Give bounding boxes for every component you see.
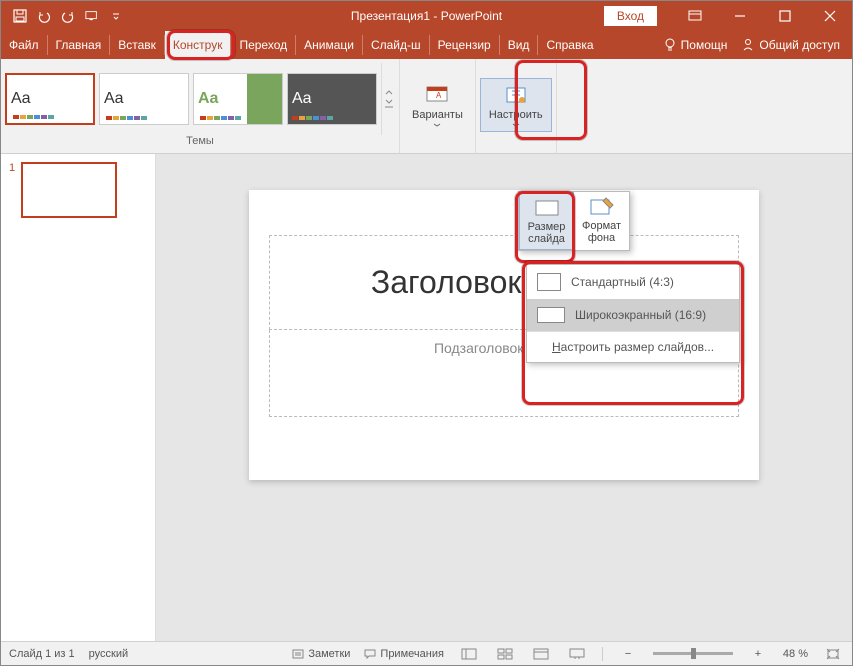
start-slideshow-icon[interactable] [85, 9, 99, 23]
tell-me-label: Помощн [681, 38, 728, 52]
zoom-in-icon[interactable]: + [747, 645, 769, 663]
notes-icon [292, 649, 304, 659]
redo-icon[interactable] [61, 9, 75, 23]
maximize-icon[interactable] [762, 1, 807, 31]
variants-label: Варианты [412, 109, 463, 121]
slideshow-view-icon[interactable] [566, 645, 588, 663]
tab-insert[interactable]: Вставк [110, 31, 164, 59]
slide-counter[interactable]: Слайд 1 из 1 [9, 648, 75, 660]
lightbulb-icon [663, 38, 677, 52]
workspace: 1 Заголовок слайда Подзаголовок слайда [1, 154, 852, 641]
variants-button[interactable]: A Варианты [404, 79, 471, 131]
tab-slideshow[interactable]: Слайд-ш [363, 31, 429, 59]
slide-size-menu: Стандартный (4:3) Широкоэкранный (16:9) … [526, 264, 740, 363]
tab-view[interactable]: Вид [500, 31, 538, 59]
share-button[interactable]: Общий доступ [741, 38, 840, 52]
zoom-level[interactable]: 48 % [783, 648, 808, 660]
slide-editor[interactable]: Заголовок слайда Подзаголовок слайда [156, 154, 852, 641]
tab-design[interactable]: Конструк [165, 31, 231, 59]
ribbon-display-icon[interactable] [672, 1, 717, 31]
sorter-view-icon[interactable] [494, 645, 516, 663]
format-bg-icon [588, 196, 616, 218]
zoom-out-icon[interactable]: − [617, 645, 639, 663]
chevron-down-icon [433, 123, 441, 127]
size-standard-label: Стандартный (4:3) [571, 275, 674, 289]
ribbon: Aa Aa Aa Aa Темы [1, 59, 852, 154]
theme-thumb-4[interactable]: Aa [287, 73, 377, 125]
customize-button[interactable]: Настроить [480, 78, 552, 132]
chevron-down-icon [512, 123, 520, 127]
slide-thumbnails-panel: 1 [1, 154, 156, 641]
slide-number: 1 [9, 162, 15, 218]
title-bar: Презентация1 - PowerPoint Вход [1, 1, 852, 31]
theme-thumb-2[interactable]: Aa [99, 73, 189, 125]
undo-icon[interactable] [37, 9, 51, 23]
size-custom-option[interactable]: Настроить размер слайдов... [527, 331, 739, 362]
themes-more-icon[interactable] [381, 63, 395, 135]
size-widescreen-option[interactable]: Широкоэкранный (16:9) [527, 299, 739, 331]
fit-to-window-icon[interactable] [822, 645, 844, 663]
ratio-4-3-icon [537, 273, 561, 291]
document-title: Презентация1 - PowerPoint [351, 9, 502, 23]
signin-button[interactable]: Вход [604, 6, 657, 26]
status-bar: Слайд 1 из 1 русский Заметки Примечания … [1, 641, 852, 665]
comments-icon [364, 649, 376, 659]
close-icon[interactable] [807, 1, 852, 31]
size-standard-option[interactable]: Стандартный (4:3) [527, 265, 739, 299]
tab-help[interactable]: Справка [538, 31, 601, 59]
tell-me-button[interactable]: Помощн [663, 38, 728, 52]
variants-icon: A [423, 83, 451, 107]
format-bg-label: Формат фона [580, 220, 623, 244]
format-background-button[interactable]: Формат фона [574, 192, 629, 250]
tab-transitions[interactable]: Переход [231, 31, 295, 59]
slide-size-button[interactable]: Размер слайда [519, 192, 574, 250]
ratio-16-9-icon [537, 307, 565, 323]
tab-home[interactable]: Главная [48, 31, 110, 59]
reading-view-icon[interactable] [530, 645, 552, 663]
slide-thumbnail-1[interactable] [21, 162, 117, 218]
ribbon-tabs: Файл Главная Вставк Конструк Переход Ани… [1, 31, 852, 59]
tab-review[interactable]: Рецензир [430, 31, 499, 59]
theme-thumb-1[interactable]: Aa [5, 73, 95, 125]
language-indicator[interactable]: русский [89, 648, 128, 660]
customize-dropdown: Размер слайда Формат фона [518, 191, 630, 251]
zoom-slider[interactable] [653, 652, 733, 655]
comments-button[interactable]: Примечания [364, 648, 444, 660]
normal-view-icon[interactable] [458, 645, 480, 663]
tab-animations[interactable]: Анимаци [296, 31, 362, 59]
size-widescreen-label: Широкоэкранный (16:9) [575, 308, 706, 322]
save-icon[interactable] [13, 9, 27, 23]
theme-thumb-3[interactable]: Aa [193, 73, 283, 125]
customize-label: Настроить [489, 109, 543, 121]
tab-file[interactable]: Файл [1, 31, 47, 59]
notes-button[interactable]: Заметки [292, 648, 350, 660]
qat-dropdown-icon[interactable] [109, 9, 123, 23]
minimize-icon[interactable] [717, 1, 762, 31]
svg-text:A: A [436, 91, 442, 100]
share-icon [741, 38, 755, 52]
share-label: Общий доступ [759, 38, 840, 52]
slide-size-icon [533, 197, 561, 219]
slide-size-label: Размер слайда [526, 221, 567, 245]
customize-icon [502, 83, 530, 107]
themes-group-label: Темы [5, 135, 395, 149]
